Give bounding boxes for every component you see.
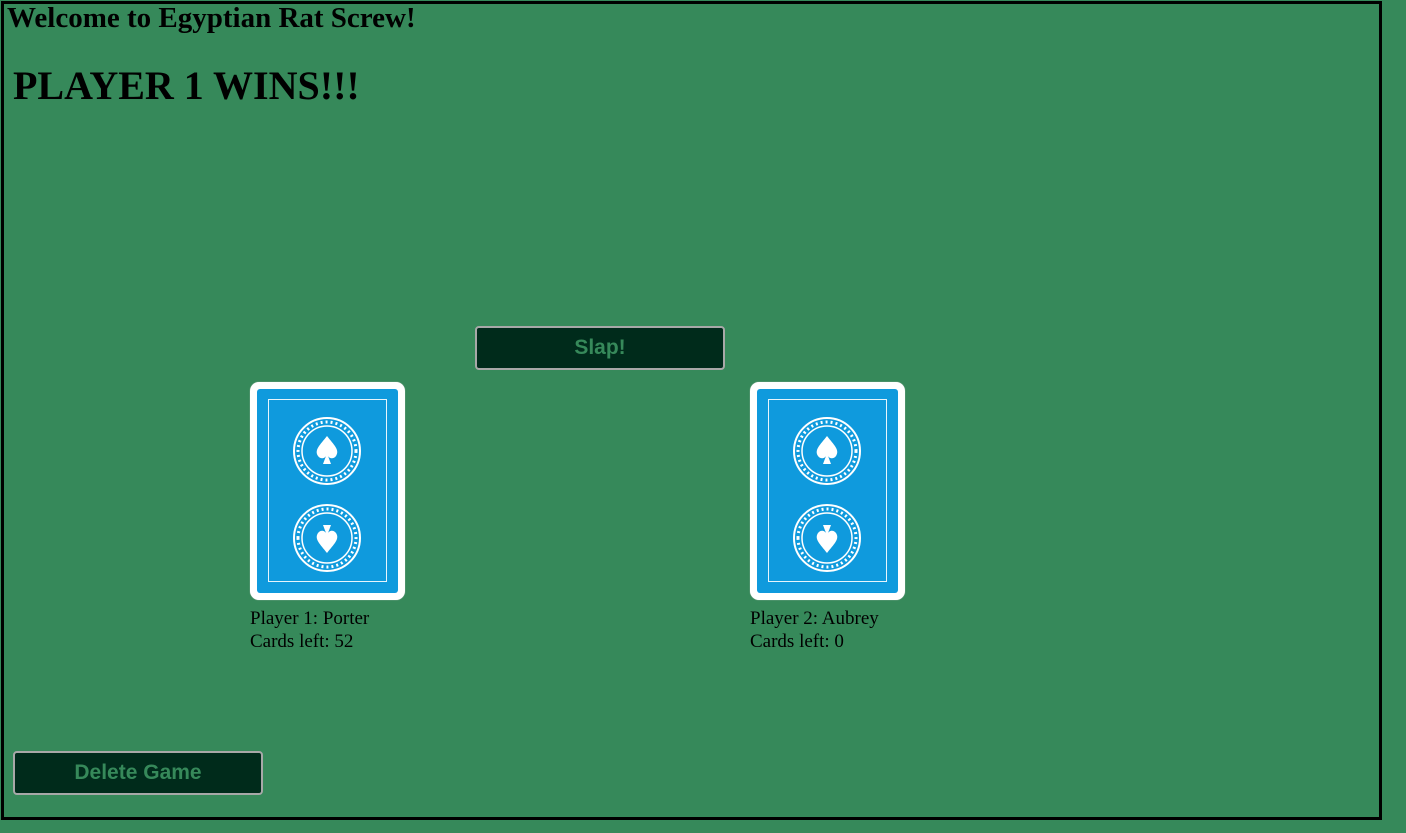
player-1-info: Player 1: Porter Cards left: 52 bbox=[250, 607, 369, 653]
card-back bbox=[257, 389, 398, 593]
winner-message: PLAYER 1 WINS!!! bbox=[13, 63, 360, 108]
delete-game-button[interactable]: Delete Game bbox=[13, 751, 263, 795]
player-1-cards-left: Cards left: 52 bbox=[250, 631, 354, 652]
bridge-league-emblem-icon bbox=[293, 417, 361, 485]
bridge-league-emblem-icon bbox=[793, 504, 861, 572]
slap-button[interactable]: Slap! bbox=[475, 326, 725, 370]
player-2-name: Player 2: Aubrey bbox=[750, 608, 879, 629]
bridge-league-emblem-icon bbox=[293, 504, 361, 572]
player-2-card-stack[interactable] bbox=[750, 382, 905, 600]
player-1-name: Player 1: Porter bbox=[250, 608, 370, 629]
player-1-card-stack[interactable] bbox=[250, 382, 405, 600]
page-title: Welcome to Egyptian Rat Screw! bbox=[7, 2, 416, 34]
bridge-league-emblem-icon bbox=[793, 417, 861, 485]
game-board bbox=[1, 1, 1382, 820]
player-2-cards-left: Cards left: 0 bbox=[750, 631, 844, 652]
player-2-info: Player 2: Aubrey Cards left: 0 bbox=[750, 607, 879, 653]
card-back bbox=[757, 389, 898, 593]
